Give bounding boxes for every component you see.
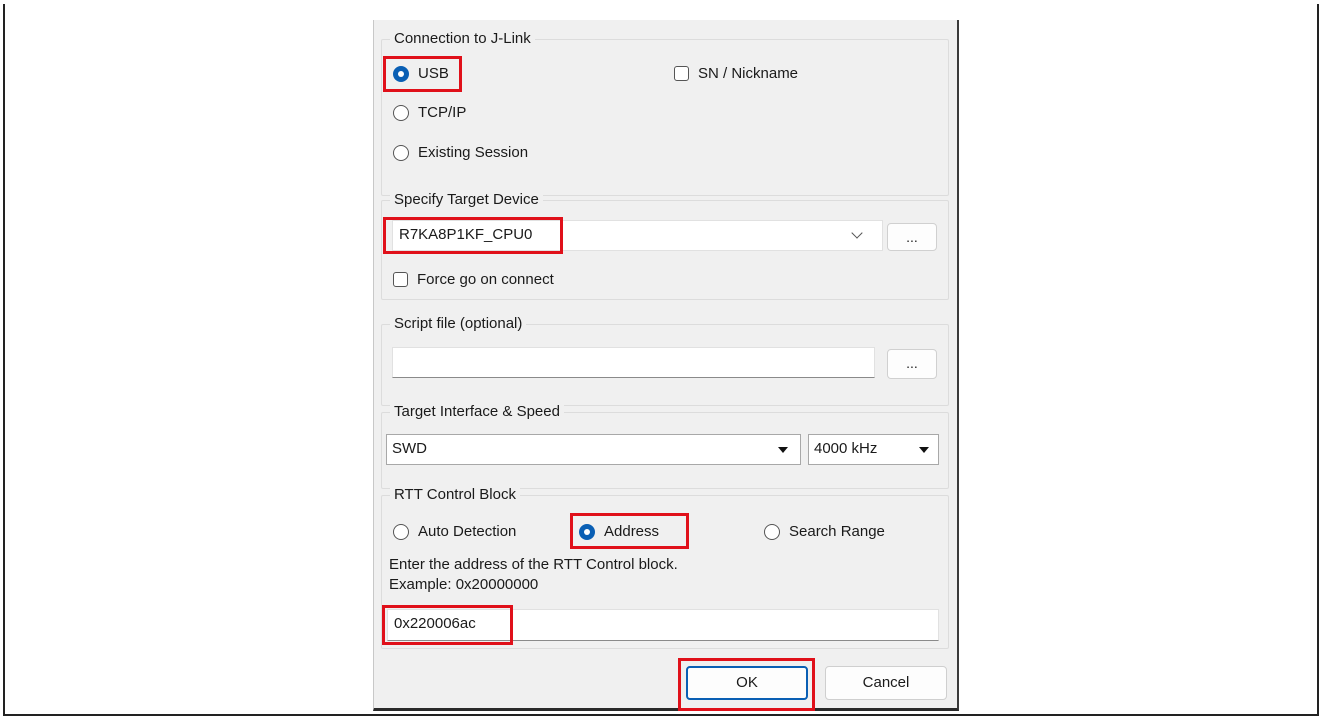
- script-file-input[interactable]: [392, 347, 875, 378]
- checkbox-icon: [674, 66, 689, 81]
- chevron-down-icon[interactable]: [851, 227, 863, 239]
- interface-value: SWD: [392, 440, 427, 457]
- existing-session-label: Existing Session: [418, 144, 529, 161]
- target-device-title: Specify Target Device: [390, 191, 543, 209]
- speed-value: 4000 kHz: [814, 440, 878, 457]
- radio-checked-icon: [393, 65, 409, 82]
- auto-detection-radio[interactable]: Auto Detection: [393, 523, 516, 540]
- address-radio[interactable]: Address: [579, 523, 659, 540]
- search-range-label: Search Range: [789, 523, 885, 540]
- radio-icon: [764, 523, 780, 540]
- rtt-address-input[interactable]: 0x220006ac: [387, 609, 939, 641]
- search-range-radio[interactable]: Search Range: [764, 523, 885, 540]
- dropdown-arrow-icon: [778, 447, 788, 453]
- jlink-config-dialog: Connection to J-Link USB SN / Nickname T…: [373, 20, 959, 711]
- device-browse-button[interactable]: ...: [887, 223, 937, 251]
- rtt-address-value: 0x220006ac: [394, 615, 476, 632]
- target-device-combobox[interactable]: R7KA8P1KF_CPU0: [392, 220, 883, 251]
- radio-icon: [393, 144, 409, 161]
- checkbox-icon: [393, 272, 408, 287]
- existing-session-radio[interactable]: Existing Session: [393, 144, 528, 161]
- tcpip-radio[interactable]: TCP/IP: [393, 104, 466, 121]
- rtt-hint-line2: Example: 0x20000000: [389, 576, 539, 593]
- rtt-title: RTT Control Block: [390, 486, 520, 504]
- usb-label: USB: [418, 65, 449, 82]
- usb-radio[interactable]: USB: [393, 65, 449, 82]
- cancel-button[interactable]: Cancel: [825, 666, 947, 700]
- address-label: Address: [604, 523, 660, 540]
- ok-button[interactable]: OK: [686, 666, 808, 700]
- dropdown-arrow-icon: [919, 447, 929, 453]
- auto-detection-label: Auto Detection: [418, 523, 517, 540]
- rtt-hint-line1: Enter the address of the RTT Control blo…: [389, 556, 678, 573]
- script-file-title: Script file (optional): [390, 315, 527, 333]
- interface-title: Target Interface & Speed: [390, 403, 564, 421]
- force-go-label: Force go on connect: [417, 271, 554, 288]
- interface-select[interactable]: SWD: [386, 434, 801, 465]
- radio-icon: [393, 104, 409, 121]
- sn-nickname-label: SN / Nickname: [698, 65, 799, 82]
- force-go-checkbox[interactable]: Force go on connect: [393, 271, 554, 288]
- target-device-value: R7KA8P1KF_CPU0: [399, 226, 533, 243]
- radio-checked-icon: [579, 523, 595, 540]
- radio-icon: [393, 523, 409, 540]
- script-browse-button[interactable]: ...: [887, 349, 937, 379]
- speed-select[interactable]: 4000 kHz: [808, 434, 939, 465]
- connection-group-title: Connection to J-Link: [390, 30, 535, 48]
- sn-nickname-checkbox[interactable]: SN / Nickname: [674, 65, 798, 82]
- tcpip-label: TCP/IP: [418, 104, 467, 121]
